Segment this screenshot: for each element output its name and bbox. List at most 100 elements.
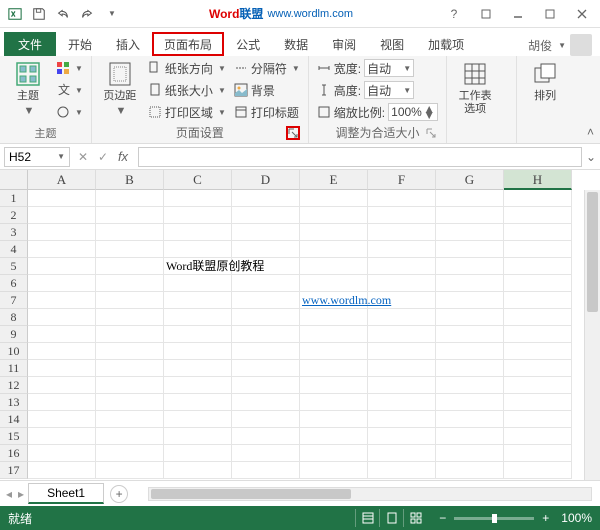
row-header-3[interactable]: 3 bbox=[0, 224, 28, 241]
orientation-button[interactable]: 纸张方向▼ bbox=[146, 58, 228, 78]
vertical-scrollbar[interactable] bbox=[584, 190, 600, 480]
cell-E14[interactable] bbox=[300, 411, 368, 428]
cell-G7[interactable] bbox=[436, 292, 504, 309]
normal-view-icon[interactable] bbox=[355, 509, 379, 527]
cell-C15[interactable] bbox=[164, 428, 232, 445]
cell-A5[interactable] bbox=[28, 258, 96, 275]
column-header-A[interactable]: A bbox=[28, 170, 96, 190]
cell-F15[interactable] bbox=[368, 428, 436, 445]
cell-D13[interactable] bbox=[232, 394, 300, 411]
cell-G16[interactable] bbox=[436, 445, 504, 462]
cell-F7[interactable] bbox=[368, 292, 436, 309]
cell-F13[interactable] bbox=[368, 394, 436, 411]
zoom-level[interactable]: 100% bbox=[561, 511, 592, 525]
cell-B7[interactable] bbox=[96, 292, 164, 309]
row-header-13[interactable]: 13 bbox=[0, 394, 28, 411]
tab-view[interactable]: 视图 bbox=[368, 32, 416, 56]
user-area[interactable]: 胡俊 ▼ bbox=[528, 34, 596, 56]
cell-E2[interactable] bbox=[300, 207, 368, 224]
cell-A17[interactable] bbox=[28, 462, 96, 479]
cell-E16[interactable] bbox=[300, 445, 368, 462]
cell-F9[interactable] bbox=[368, 326, 436, 343]
cell-H15[interactable] bbox=[504, 428, 572, 445]
cell-H5[interactable] bbox=[504, 258, 572, 275]
cell-G10[interactable] bbox=[436, 343, 504, 360]
cell-B17[interactable] bbox=[96, 462, 164, 479]
formula-input[interactable] bbox=[138, 147, 582, 167]
print-area-button[interactable]: 打印区域▼ bbox=[146, 102, 228, 122]
save-icon[interactable] bbox=[28, 3, 50, 25]
cell-B13[interactable] bbox=[96, 394, 164, 411]
minimize-icon[interactable] bbox=[504, 3, 532, 25]
tab-addins[interactable]: 加载项 bbox=[416, 32, 476, 56]
cell-D9[interactable] bbox=[232, 326, 300, 343]
cell-A16[interactable] bbox=[28, 445, 96, 462]
cell-A3[interactable] bbox=[28, 224, 96, 241]
cell-C1[interactable] bbox=[164, 190, 232, 207]
cell-E8[interactable] bbox=[300, 309, 368, 326]
size-button[interactable]: 纸张大小▼ bbox=[146, 80, 228, 100]
zoom-slider-track[interactable] bbox=[454, 517, 534, 520]
cell-D17[interactable] bbox=[232, 462, 300, 479]
cell-E7[interactable]: www.wordlm.com bbox=[300, 292, 368, 309]
scale-input[interactable]: 100%▲▼ bbox=[388, 103, 438, 121]
cell-B8[interactable] bbox=[96, 309, 164, 326]
column-header-D[interactable]: D bbox=[232, 170, 300, 190]
cell-E4[interactable] bbox=[300, 241, 368, 258]
cell-F10[interactable] bbox=[368, 343, 436, 360]
cell-D11[interactable] bbox=[232, 360, 300, 377]
tab-review[interactable]: 审阅 bbox=[320, 32, 368, 56]
cell-D10[interactable] bbox=[232, 343, 300, 360]
cell-F12[interactable] bbox=[368, 377, 436, 394]
cell-B2[interactable] bbox=[96, 207, 164, 224]
row-header-14[interactable]: 14 bbox=[0, 411, 28, 428]
cell-H6[interactable] bbox=[504, 275, 572, 292]
sheet-tab-sheet1[interactable]: Sheet1 bbox=[28, 483, 104, 504]
cell-D7[interactable] bbox=[232, 292, 300, 309]
cell-B14[interactable] bbox=[96, 411, 164, 428]
cell-G8[interactable] bbox=[436, 309, 504, 326]
expand-formula-bar-icon[interactable]: ⌄ bbox=[586, 150, 600, 164]
cell-G4[interactable] bbox=[436, 241, 504, 258]
print-titles-button[interactable]: 打印标题 bbox=[232, 102, 302, 122]
cell-G11[interactable] bbox=[436, 360, 504, 377]
cell-D8[interactable] bbox=[232, 309, 300, 326]
cell-A7[interactable] bbox=[28, 292, 96, 309]
row-header-15[interactable]: 15 bbox=[0, 428, 28, 445]
cell-C10[interactable] bbox=[164, 343, 232, 360]
ribbon-display-icon[interactable] bbox=[472, 3, 500, 25]
redo-icon[interactable] bbox=[76, 3, 98, 25]
cell-F16[interactable] bbox=[368, 445, 436, 462]
cell-B11[interactable] bbox=[96, 360, 164, 377]
cell-D14[interactable] bbox=[232, 411, 300, 428]
page-break-view-icon[interactable] bbox=[403, 509, 427, 527]
cell-H14[interactable] bbox=[504, 411, 572, 428]
cell-E10[interactable] bbox=[300, 343, 368, 360]
help-icon[interactable]: ? bbox=[440, 3, 468, 25]
select-all-corner[interactable] bbox=[0, 170, 28, 190]
cell-C8[interactable] bbox=[164, 309, 232, 326]
cell-A2[interactable] bbox=[28, 207, 96, 224]
row-header-7[interactable]: 7 bbox=[0, 292, 28, 309]
column-header-C[interactable]: C bbox=[164, 170, 232, 190]
cell-A6[interactable] bbox=[28, 275, 96, 292]
cell-A12[interactable] bbox=[28, 377, 96, 394]
cell-D6[interactable] bbox=[232, 275, 300, 292]
cell-C2[interactable] bbox=[164, 207, 232, 224]
cell-A15[interactable] bbox=[28, 428, 96, 445]
row-header-4[interactable]: 4 bbox=[0, 241, 28, 258]
cell-C14[interactable] bbox=[164, 411, 232, 428]
cell-F1[interactable] bbox=[368, 190, 436, 207]
cell-E3[interactable] bbox=[300, 224, 368, 241]
cell-B6[interactable] bbox=[96, 275, 164, 292]
cell-H10[interactable] bbox=[504, 343, 572, 360]
cell-G14[interactable] bbox=[436, 411, 504, 428]
cell-C6[interactable] bbox=[164, 275, 232, 292]
new-sheet-button[interactable]: + bbox=[110, 485, 128, 503]
scrollbar-thumb[interactable] bbox=[587, 192, 598, 312]
cell-F11[interactable] bbox=[368, 360, 436, 377]
cell-D15[interactable] bbox=[232, 428, 300, 445]
row-header-8[interactable]: 8 bbox=[0, 309, 28, 326]
cell-E15[interactable] bbox=[300, 428, 368, 445]
cell-F17[interactable] bbox=[368, 462, 436, 479]
